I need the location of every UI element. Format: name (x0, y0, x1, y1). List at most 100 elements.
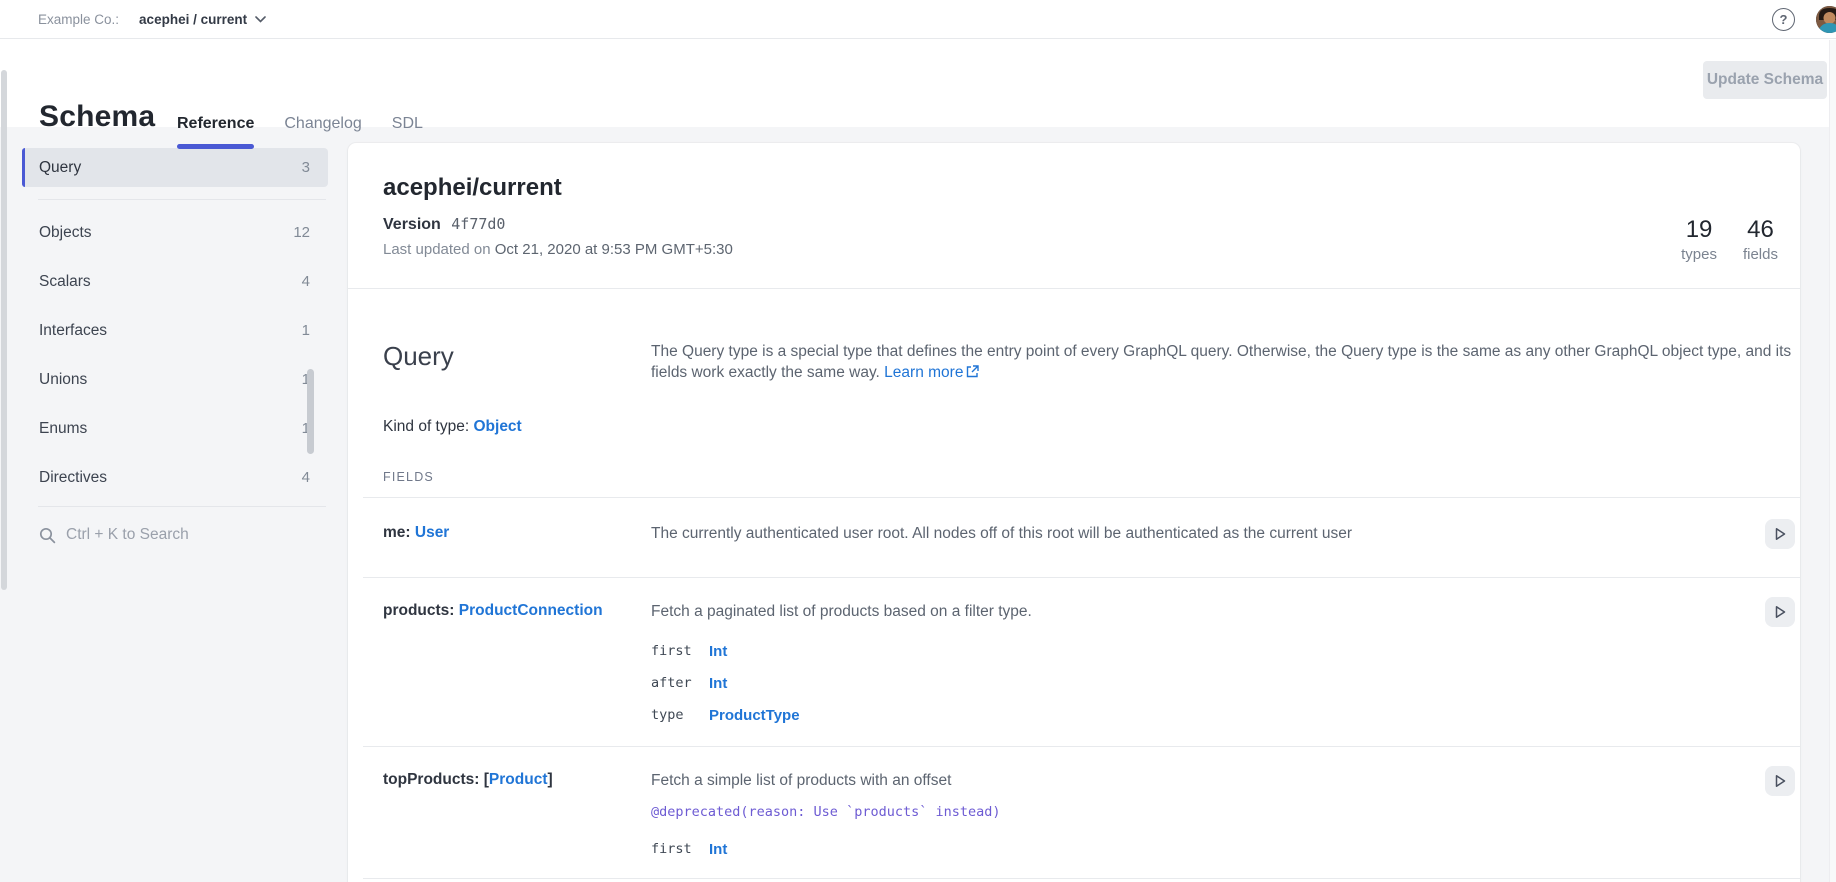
search-icon (39, 527, 56, 544)
graph-title: acephei/current (383, 143, 1800, 202)
tab-bar: Reference Changelog SDL (177, 115, 423, 149)
sidebar-divider (38, 199, 326, 200)
stat-fields: 46 fields (1743, 216, 1778, 263)
external-link-icon (966, 365, 979, 378)
stat-value: 19 (1681, 216, 1717, 244)
sidebar-item-list: Objects12Scalars4Interfaces1Unions1Enums… (22, 208, 328, 502)
sidebar-scrollbar-thumb[interactable] (307, 369, 314, 454)
field-type-link[interactable]: Product (489, 771, 548, 788)
arg-name: first (651, 841, 709, 857)
schema-card: acephei/current Version 4f77d0 Last upda… (348, 143, 1800, 882)
sidebar-item-enums[interactable]: Enums1 (22, 404, 328, 453)
sidebar-item-label: Enums (39, 420, 87, 438)
field-name: products: ProductConnection (383, 602, 651, 731)
sidebar-item-label: Directives (39, 469, 107, 487)
sidebar-item-count: 1 (302, 322, 310, 339)
sidebar-item-label: Query (39, 159, 81, 177)
run-field-button[interactable] (1765, 766, 1795, 796)
schema-stats: 19 types 46 fields (1681, 216, 1778, 263)
field-type-link[interactable]: ProductConnection (459, 602, 603, 619)
update-schema-button[interactable]: Update Schema (1703, 61, 1827, 99)
field-row: me: User The currently authenticated user… (363, 498, 1800, 578)
last-updated-prefix: Last updated on (383, 241, 491, 258)
version-label: Version (383, 216, 441, 233)
page-header: Schema ReferenceChangelogSDL Update Sche… (0, 40, 1836, 127)
type-name-heading: Query (383, 341, 651, 383)
org-label: Example Co.: (38, 12, 119, 27)
tab-sdl[interactable]: SDL (392, 115, 423, 149)
stat-types: 19 types (1681, 216, 1717, 263)
arg-name: type (651, 707, 709, 723)
field-arg: typeProductType (651, 699, 1710, 731)
sidebar-item-directives[interactable]: Directives4 (22, 453, 328, 502)
play-icon (1772, 526, 1788, 542)
help-icon[interactable]: ? (1772, 8, 1795, 31)
field-type-link[interactable]: User (415, 524, 449, 541)
field-body: Fetch a simple list of products with an … (651, 771, 1800, 865)
arg-type-link[interactable]: Int (709, 841, 727, 858)
chevron-down-icon (255, 16, 266, 23)
last-updated-line: Last updated on Oct 21, 2020 at 9:53 PM … (383, 241, 1800, 258)
field-description: Fetch a paginated list of products based… (651, 602, 1710, 622)
arg-type-link[interactable]: Int (709, 643, 727, 660)
left-scrollbar-thumb[interactable] (1, 70, 7, 590)
field-name-text: topProducts: (383, 771, 484, 788)
sidebar-search[interactable]: Ctrl + K to Search (22, 511, 328, 559)
field-arg: firstInt (651, 635, 1710, 667)
field-args: firstIntafterInttypeProductType (651, 635, 1710, 731)
field-body: Fetch a paginated list of products based… (651, 602, 1800, 731)
type-section-header: Query The Query type is a special type t… (383, 341, 1800, 383)
sidebar-item-interfaces[interactable]: Interfaces 1 (22, 306, 328, 355)
arg-type-link[interactable]: ProductType (709, 707, 800, 724)
sidebar-divider (38, 506, 326, 507)
sidebar-item-label: Interfaces (39, 322, 107, 340)
fields-section-label: FIELDS (383, 470, 1800, 484)
kind-value-link[interactable]: Object (473, 418, 521, 435)
deprecated-directive: @deprecated(reason: Use `products` inste… (651, 804, 1710, 820)
stat-label: types (1681, 246, 1717, 263)
sidebar-item-label: Objects (39, 224, 92, 242)
sidebar-item-count: 12 (293, 224, 310, 241)
last-updated-value: Oct 21, 2020 at 9:53 PM GMT+5:30 (495, 241, 733, 258)
type-description-text: The Query type is a special type that de… (651, 343, 1791, 381)
search-placeholder: Ctrl + K to Search (66, 526, 189, 544)
version-line: Version 4f77d0 (383, 215, 1800, 234)
sidebar-item-label: Scalars (39, 273, 91, 291)
stat-value: 46 (1743, 216, 1778, 244)
divider (348, 288, 1800, 289)
field-name: topProducts: [Product] (383, 771, 651, 865)
learn-more-link[interactable]: Learn more (884, 364, 963, 381)
tab-reference[interactable]: Reference (177, 115, 254, 149)
run-field-button[interactable] (1765, 597, 1795, 627)
type-description: The Query type is a special type that de… (651, 341, 1795, 383)
kind-of-type-line: Kind of type: Object (383, 418, 1800, 436)
arg-name: after (651, 675, 709, 691)
graph-selector-dropdown[interactable]: acephei / current (139, 12, 266, 27)
field-name-text: me: (383, 524, 415, 541)
play-icon (1772, 773, 1788, 789)
field-args: firstInt (651, 833, 1710, 865)
field-body: The currently authenticated user root. A… (651, 524, 1800, 544)
sidebar-item-query[interactable]: Query 3 (22, 148, 328, 187)
arg-type-link[interactable]: Int (709, 675, 727, 692)
tab-changelog[interactable]: Changelog (284, 115, 361, 149)
sidebar-item-objects[interactable]: Objects 12 (22, 208, 328, 257)
version-value: 4f77d0 (451, 215, 505, 233)
sidebar-item-label: Unions (39, 371, 87, 389)
field-arg: firstInt (651, 833, 1710, 865)
sidebar-item-scalars[interactable]: Scalars 4 (22, 257, 328, 306)
avatar[interactable] (1816, 6, 1836, 33)
play-icon (1772, 604, 1788, 620)
run-field-button[interactable] (1765, 519, 1795, 549)
sidebar-item-count: 4 (302, 273, 310, 290)
field-row: products: ProductConnectionFetch a pagin… (363, 578, 1800, 747)
sidebar-item-unions[interactable]: Unions1 (22, 355, 328, 404)
page-scrollbar-track[interactable] (1829, 40, 1836, 882)
type-bracket: ] (547, 771, 552, 788)
arg-name: first (651, 643, 709, 659)
stat-label: fields (1743, 246, 1778, 263)
field-row: topProducts: [Product]Fetch a simple lis… (363, 747, 1800, 879)
graph-selector-label: acephei / current (139, 12, 247, 27)
field-name-text: products: (383, 602, 459, 619)
avatar-image (1816, 6, 1836, 33)
